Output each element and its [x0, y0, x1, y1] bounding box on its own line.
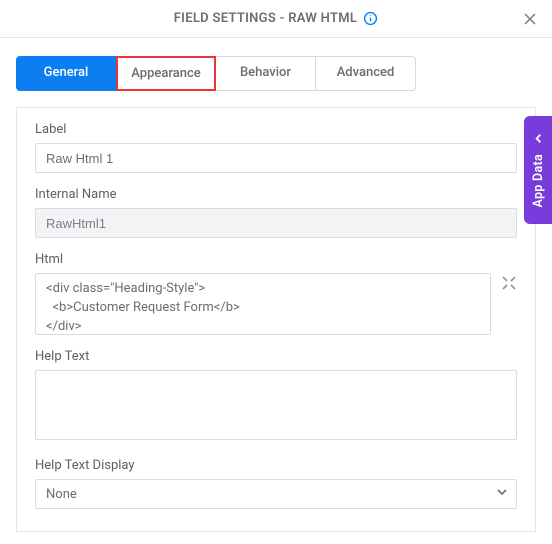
- app-data-sidebar-toggle[interactable]: App Data: [524, 116, 552, 224]
- dialog-title: FIELD SETTINGS - RAW HTML: [174, 11, 358, 26]
- help-text-input[interactable]: [35, 370, 517, 440]
- info-icon[interactable]: [363, 11, 378, 26]
- field-internal-name-group: Internal Name: [35, 187, 517, 238]
- chevron-left-icon: [533, 133, 544, 148]
- help-text-display-select[interactable]: None: [35, 479, 517, 509]
- internal-name-caption: Internal Name: [35, 187, 517, 202]
- html-caption: Html: [35, 252, 517, 267]
- tab-advanced[interactable]: Advanced: [316, 56, 416, 91]
- field-html-group: Html: [35, 252, 517, 335]
- label-input[interactable]: [35, 143, 517, 173]
- tab-behavior[interactable]: Behavior: [216, 56, 316, 91]
- settings-panel: Label Internal Name Html Help Text Help …: [16, 107, 536, 532]
- tabs: General Appearance Behavior Advanced: [16, 56, 536, 91]
- field-help-text-group: Help Text: [35, 349, 517, 444]
- tab-general[interactable]: General: [16, 56, 116, 91]
- internal-name-input: [35, 208, 517, 238]
- dialog-title-wrap: FIELD SETTINGS - RAW HTML: [174, 11, 379, 26]
- help-text-display-caption: Help Text Display: [35, 458, 517, 473]
- dialog-header: FIELD SETTINGS - RAW HTML: [0, 0, 552, 38]
- chevron-down-icon: [496, 486, 508, 502]
- field-help-text-display-group: Help Text Display None: [35, 458, 517, 509]
- html-input[interactable]: [35, 273, 491, 335]
- app-data-label: App Data: [531, 154, 546, 208]
- close-icon[interactable]: [522, 11, 538, 27]
- help-text-caption: Help Text: [35, 349, 517, 364]
- field-label-group: Label: [35, 122, 517, 173]
- tab-appearance[interactable]: Appearance: [116, 56, 216, 91]
- label-caption: Label: [35, 122, 517, 137]
- help-text-display-value: None: [46, 487, 77, 502]
- expand-icon[interactable]: [501, 275, 517, 291]
